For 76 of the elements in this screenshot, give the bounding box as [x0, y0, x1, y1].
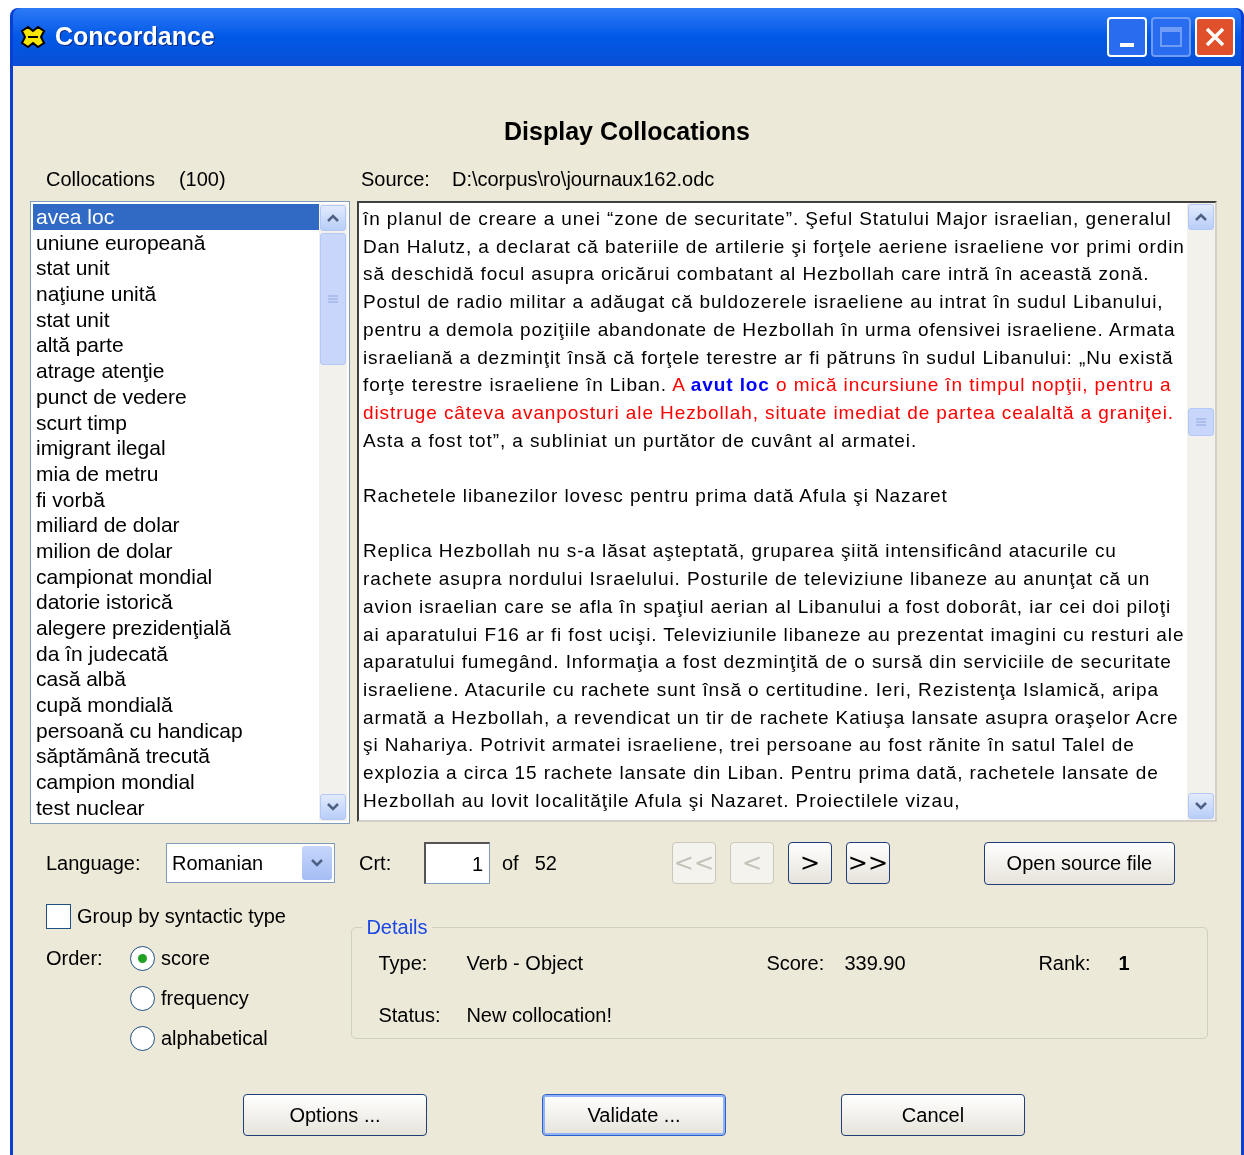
- order-label: Order:: [46, 946, 104, 971]
- list-item[interactable]: uniune europeană: [33, 229, 319, 256]
- list-item[interactable]: naţiune unită: [33, 281, 319, 307]
- source-label: Source:: [361, 167, 430, 192]
- scrollbar-thumb[interactable]: [320, 233, 346, 365]
- radio-button[interactable]: [130, 1025, 155, 1051]
- list-item[interactable]: alegere prezidenţială: [33, 615, 319, 641]
- status-label: Status:: [378, 1003, 442, 1028]
- list-item[interactable]: atrage atenţie: [33, 358, 319, 384]
- counter-field[interactable]: 1: [424, 842, 490, 884]
- status-value: New collocation!: [466, 1003, 613, 1028]
- radio-label: score: [161, 946, 210, 971]
- radio-button[interactable]: [130, 945, 155, 971]
- list-item[interactable]: imigrant ilegal: [33, 435, 319, 461]
- list-item[interactable]: persoană cu handicap: [33, 717, 319, 744]
- rank-value: 1: [1118, 951, 1131, 976]
- text-paragraph: Rachetele libanezilor lovesc pentru prima dată Afula şi Nazaret: [363, 484, 949, 508]
- radio-label: frequency: [161, 986, 249, 1011]
- window-title: Concordance: [55, 21, 215, 53]
- dialog-heading: Display Collocations: [504, 115, 750, 147]
- list-item[interactable]: da în judecată: [33, 640, 319, 667]
- scroll-down-button[interactable]: [1188, 793, 1214, 819]
- close-icon: [1203, 25, 1227, 49]
- minimize-button[interactable]: [1107, 17, 1147, 57]
- list-item[interactable]: altă parte: [33, 332, 319, 359]
- list-item[interactable]: stat unit: [33, 255, 319, 282]
- list-item[interactable]: casă albă: [33, 666, 319, 693]
- type-value: Verb - Object: [466, 951, 585, 976]
- list-item[interactable]: milion de dolar: [33, 537, 319, 564]
- rank-label: Rank:: [1038, 951, 1092, 976]
- list-item[interactable]: campionat mondial: [33, 563, 319, 590]
- counter-label: Crt:: [359, 851, 393, 876]
- list-count: (100): [178, 167, 226, 192]
- list-item[interactable]: mia de metru: [33, 460, 319, 487]
- language-label: Language:: [46, 851, 142, 876]
- open-source-file-button[interactable]: Open source file: [983, 841, 1175, 885]
- grip-icon: [1196, 418, 1206, 426]
- list-item[interactable]: punct de vedere: [33, 383, 319, 410]
- nav-button[interactable]: >>: [845, 842, 890, 884]
- scroll-up-button[interactable]: [320, 205, 346, 231]
- list-item[interactable]: săptămână trecută: [33, 743, 319, 770]
- scrollbar[interactable]: [1187, 203, 1215, 820]
- list-item[interactable]: stat unit: [33, 306, 319, 333]
- checkbox[interactable]: [46, 903, 71, 929]
- counter-of: of: [502, 851, 519, 876]
- nav-button[interactable]: >: [787, 842, 832, 884]
- radio-label: alphabetical: [161, 1026, 268, 1051]
- list-item[interactable]: campion mondial: [33, 769, 319, 795]
- scrollbar[interactable]: [319, 204, 347, 821]
- scroll-up-button[interactable]: [1188, 204, 1214, 230]
- scroll-down-button[interactable]: [320, 794, 346, 820]
- list-item[interactable]: datorie istorică: [33, 589, 319, 615]
- score-label: Score:: [766, 951, 826, 976]
- dialog-button[interactable]: Options ...: [243, 1094, 427, 1136]
- list-item[interactable]: miliard de dolar: [33, 512, 319, 538]
- grip-icon: [328, 295, 338, 303]
- dialog-button[interactable]: Cancel: [841, 1094, 1025, 1136]
- radio-button[interactable]: [130, 985, 155, 1011]
- list-item[interactable]: test nuclear: [33, 794, 319, 821]
- text-paragraph: Replica Hezbollah nu s-a lăsat aşteptată, gruparea şiită intensificând atacurile cu rachete asupra nordului Israelului. Posturile de televiziune libaneze au anunţat că un avion israelian care se afla în spaţiul aerian al Libanului a fost doborât, iar cei doi piloţi ai aparatului F16 ar fi fost ucişi. Televiziunile libaneze au prezentat imagini cu resturi ale aparatului fumegând. Informaţia a fost dezminţită de o sursă din serviciile de securitate israeliene. Atacurile cu rachete sunt însă o certitudine. Ieri, Rezistenţa Islamică, aripa armată a Hezbollah, a revendicat un tir de rachete Katiuşa lansate asupra oraşelor Acre şi Nahariya. Potrivit armatei israeliene, trei persoane au fost rănite în satul Talel de explozia a circa 15 rachete lansate din Liban. Pentru prima dată, rachetele lansate de Hezbollah au lovit localităţile Afula şi Nazaret. Proiectilele vizau,: [363, 539, 1185, 813]
- dialog-button[interactable]: Validate ...: [542, 1094, 726, 1136]
- list-item[interactable]: avea loc: [33, 204, 319, 230]
- app-icon: [19, 25, 47, 49]
- language-dropdown[interactable]: Romanian: [166, 843, 335, 883]
- counter-total: 52: [534, 851, 557, 876]
- list-label: Collocations: [46, 167, 155, 192]
- source-path: D:\corpus\ro\journaux162.odc: [451, 167, 715, 192]
- checkbox-label: Group by syntactic type: [77, 904, 286, 929]
- list-item[interactable]: fi vorbă: [33, 486, 319, 513]
- scrollbar-thumb[interactable]: [1188, 408, 1214, 436]
- type-label: Type:: [378, 951, 429, 976]
- list-item[interactable]: scurt timp: [33, 409, 319, 436]
- score-value: 339.90: [844, 951, 907, 976]
- close-button[interactable]: [1195, 17, 1235, 57]
- list-item[interactable]: cupă mondială: [33, 692, 319, 718]
- text-paragraph: în planul de creare a unei “zone de securitate”. Şeful Statului Major israelian, generalul Dan Halutz, a declarat că bateriile de artilerie şi forţele aeriene israeliene vor primi ordin să deschidă focul asupra oricărui combatant al Hezbollah care intră în această zonă. Postul de radio militar a adăugat că buldozerele israeliene au intrat în sudul Libanului, pentru a demola poziţiile abandonate de Hezbollah în urma ofensivei israeliene. Armata israeliană a dezminţit însă că forţele terestre ar fi pătruns în sudul Libanului: „Nu există forţe terestre israeliene în Liban. A avut loc o mică incursiune în timpul nopţii, pentru a distruge câteva avanposturi ale Hezbollah, situate imediat de partea cealaltă a graniţei. Asta a fost tot”, a subliniat un purtător de cuvânt al armatei.: [363, 207, 1185, 453]
